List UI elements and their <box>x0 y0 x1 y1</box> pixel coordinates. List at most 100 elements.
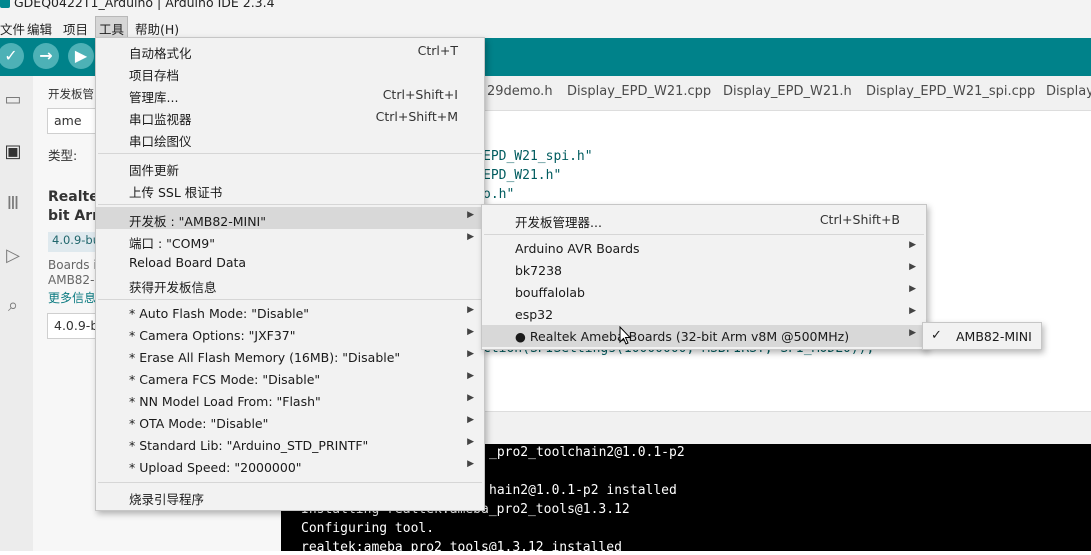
menu-item-arduino-avr[interactable]: Arduino AVR Boards ▶ <box>482 237 926 259</box>
chevron-right-icon: ▶ <box>467 349 474 359</box>
menu-item-firmware-updater[interactable]: 固件更新 <box>96 156 484 178</box>
menu-item-realtek-ameba[interactable]: ● Realtek Ameba Boards (32-bit Arm v8M @… <box>482 325 926 347</box>
menu-sketch[interactable]: 项目 <box>63 19 88 38</box>
menu-item-boards-manager[interactable]: 开发板管理器... Ctrl+Shift+B <box>482 208 926 230</box>
board-title-line2: bit Arr <box>48 208 100 224</box>
title-bar: GDEQ0422T1_Arduino | Arduino IDE 2.3.4 <box>0 0 1091 14</box>
console-line: _pro2_toolchain2@1.0.1-p2 <box>489 445 685 460</box>
menu-item-camera-options[interactable]: * Camera Options: "JXF37" ▶ <box>96 324 484 346</box>
menu-item-label: AMB82-MINI <box>956 329 1032 344</box>
menu-bar: 文件 编辑 项目 工具 帮助(H) <box>0 14 1091 41</box>
menu-item-bouffalolab[interactable]: bouffalolab ▶ <box>482 281 926 303</box>
arrow-right-icon: → <box>39 46 53 65</box>
menu-item-auto-format[interactable]: 自动格式化 Ctrl+T <box>96 39 484 61</box>
code-line: EPD_W21_spi.h" <box>483 149 593 164</box>
board-submenu: 开发板管理器... Ctrl+Shift+B Arduino AVR Board… <box>481 204 927 350</box>
tab-demo-h[interactable]: 29demo.h <box>487 84 553 99</box>
chevron-right-icon: ▶ <box>467 437 474 447</box>
menu-separator <box>98 204 482 205</box>
menu-item-manage-libraries[interactable]: 管理库... Ctrl+Shift+I <box>96 83 484 105</box>
menu-item-label: * Standard Lib: "Arduino_STD_PRINTF" <box>129 438 369 453</box>
menu-item-label: * Camera FCS Mode: "Disable" <box>129 372 321 387</box>
menu-separator <box>484 234 924 235</box>
search-icon[interactable]: ⌕ <box>2 296 24 316</box>
panel-heading: 开发板管 <box>48 87 94 101</box>
menu-item-port[interactable]: 端口 : "COM9" ▶ <box>96 229 484 251</box>
menu-item-upload-speed[interactable]: * Upload Speed: "2000000" ▶ <box>96 456 484 478</box>
menu-item-label: * OTA Mode: "Disable" <box>129 416 269 431</box>
board-title-line1: Realte <box>48 189 99 205</box>
menu-item-standard-lib[interactable]: * Standard Lib: "Arduino_STD_PRINTF" ▶ <box>96 434 484 456</box>
menu-file[interactable]: 文件 <box>0 19 25 38</box>
menu-item-nn-model[interactable]: * NN Model Load From: "Flash" ▶ <box>96 390 484 412</box>
chevron-right-icon: ▶ <box>909 262 916 272</box>
menu-item-label: 开发板管理器... <box>515 215 602 230</box>
menu-item-label: 串口监视器 <box>129 112 192 127</box>
chevron-right-icon: ▶ <box>909 306 916 316</box>
tab-display-more[interactable]: Display_ <box>1046 84 1091 99</box>
library-manager-icon[interactable]: Ⅲ <box>2 194 24 214</box>
code-line: EPD_W21.h" <box>483 168 562 183</box>
debug-button[interactable]: ▶ <box>68 43 94 69</box>
menu-item-label: Reload Board Data <box>129 255 247 270</box>
menu-item-label: * Camera Options: "JXF37" <box>129 328 296 343</box>
more-info-link[interactable]: 更多信息 <box>48 289 96 306</box>
menu-item-label: 固件更新 <box>129 163 180 178</box>
menu-item-upload-ssl[interactable]: 上传 SSL 根证书 <box>96 178 484 200</box>
menu-item-label: 开发板 : "AMB82-MINI" <box>129 214 266 229</box>
menu-item-label: esp32 <box>515 307 554 322</box>
menu-item-auto-flash-mode[interactable]: * Auto Flash Mode: "Disable" ▶ <box>96 302 484 324</box>
shortcut-label: Ctrl+Shift+B <box>819 212 900 227</box>
menu-item-serial-plotter[interactable]: 串口绘图仪 <box>96 127 484 149</box>
menu-item-camera-fcs[interactable]: * Camera FCS Mode: "Disable" ▶ <box>96 368 484 390</box>
tab-display-cpp[interactable]: Display_EPD_W21.cpp <box>567 84 711 99</box>
menu-separator <box>98 299 482 300</box>
tab-display-h[interactable]: Display_EPD_W21.h <box>723 84 852 99</box>
menu-item-burn-bootloader[interactable]: 烧录引导程序 <box>96 485 484 507</box>
menu-item-bk7238[interactable]: bk7238 ▶ <box>482 259 926 281</box>
window-title: GDEQ0422T1_Arduino | Arduino IDE 2.3.4 <box>14 0 275 10</box>
chevron-right-icon: ▶ <box>467 232 474 242</box>
menu-item-serial-monitor[interactable]: 串口监视器 Ctrl+Shift+M <box>96 105 484 127</box>
menu-item-esp32[interactable]: esp32 ▶ <box>482 303 926 325</box>
menu-item-amb82-mini[interactable]: ✓ AMB82-MINI <box>923 325 1041 347</box>
shortcut-label: Ctrl+Shift+I <box>382 87 458 102</box>
chevron-right-icon: ▶ <box>909 328 916 338</box>
chevron-right-icon: ▶ <box>909 284 916 294</box>
menu-item-board-info[interactable]: 获得开发板信息 <box>96 273 484 295</box>
tools-menu: 自动格式化 Ctrl+T 项目存档 管理库... Ctrl+Shift+I 串口… <box>95 37 485 511</box>
menu-help[interactable]: 帮助(H) <box>135 19 179 38</box>
menu-item-board[interactable]: 开发板 : "AMB82-MINI" ▶ <box>96 207 484 229</box>
menu-separator <box>98 482 482 483</box>
verify-button[interactable]: ✓ <box>0 43 24 69</box>
menu-item-archive[interactable]: 项目存档 <box>96 61 484 83</box>
menu-item-label: ● Realtek Ameba Boards (32-bit Arm v8M @… <box>515 329 850 344</box>
sketchbook-icon[interactable]: ▭ <box>2 90 24 110</box>
menu-edit[interactable]: 编辑 <box>27 19 52 38</box>
menu-item-label: 项目存档 <box>129 68 180 83</box>
menu-item-label: 上传 SSL 根证书 <box>129 185 223 200</box>
menu-separator <box>98 153 482 154</box>
menu-item-label: 自动格式化 <box>129 46 192 61</box>
activity-bar: ▭ ▣ Ⅲ ▷ ⌕ <box>0 76 34 551</box>
chevron-right-icon: ▶ <box>467 210 474 220</box>
chevron-right-icon: ▶ <box>467 305 474 315</box>
board-desc-2: AMB82- <box>48 273 95 287</box>
shortcut-label: Ctrl+Shift+M <box>375 109 458 124</box>
menu-item-label: 获得开发板信息 <box>129 280 217 295</box>
chevron-right-icon: ▶ <box>467 393 474 403</box>
chevron-right-icon: ▶ <box>909 240 916 250</box>
menu-item-erase-flash[interactable]: * Erase All Flash Memory (16MB): "Disabl… <box>96 346 484 368</box>
menu-item-reload-board-data[interactable]: Reload Board Data <box>96 251 484 273</box>
board-manager-icon[interactable]: ▣ <box>2 142 24 162</box>
menu-item-ota-mode[interactable]: * OTA Mode: "Disable" ▶ <box>96 412 484 434</box>
menu-item-label: 烧录引导程序 <box>129 492 205 507</box>
board-search-value: ame <box>54 113 82 128</box>
menu-item-label: 端口 : "COM9" <box>129 236 215 251</box>
board-desc-1: Boards i <box>48 258 97 272</box>
upload-button[interactable]: → <box>33 43 59 69</box>
debug-sidebar-icon[interactable]: ▷ <box>2 246 24 266</box>
mouse-cursor-icon <box>619 326 631 345</box>
version-select-value: 4.0.9-b <box>54 318 99 333</box>
tab-display-spi-cpp[interactable]: Display_EPD_W21_spi.cpp <box>866 84 1035 99</box>
